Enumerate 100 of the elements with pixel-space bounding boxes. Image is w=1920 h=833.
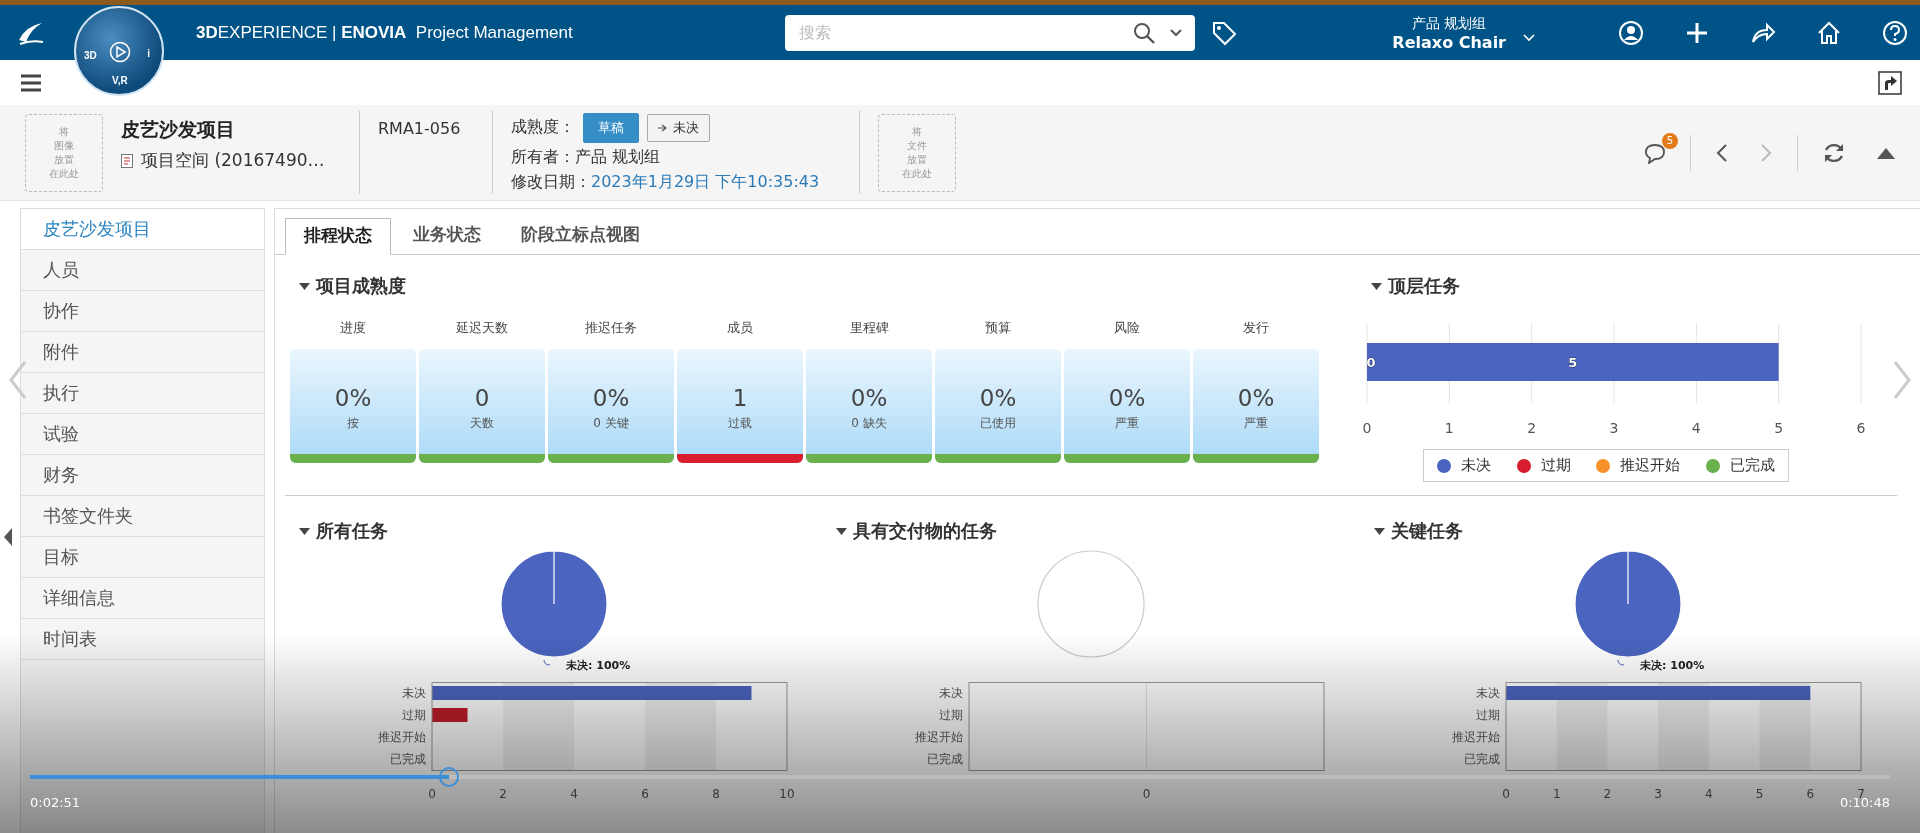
tick-label: 3	[1654, 787, 1663, 801]
caret-down-icon[interactable]	[1371, 282, 1382, 290]
tab[interactable]: 业务状态	[395, 218, 499, 254]
tick-label: 2	[498, 787, 507, 801]
tab[interactable]: 排程状态	[285, 218, 391, 255]
tick-label: 2	[1603, 787, 1612, 801]
sidebar-item[interactable]: 人员	[21, 250, 264, 291]
tick-label: 4	[1691, 420, 1701, 436]
section-title: 顶层任务	[1388, 274, 1460, 298]
sidebar-item[interactable]: 执行	[21, 373, 264, 414]
modified-date: 2023年1月29日 下午10:35:43	[591, 171, 820, 191]
tick-label: 10	[779, 787, 794, 801]
tile-value: 0%	[850, 385, 888, 411]
chat-icon[interactable]	[1644, 141, 1666, 164]
category-label: 未决	[939, 686, 963, 700]
promote-button[interactable]: 未决	[647, 113, 710, 142]
bar-value-label: 0	[1366, 355, 1376, 370]
tick-label: 2	[1527, 420, 1537, 436]
search-icon	[1132, 21, 1155, 44]
kpi-tile[interactable]: 0% 按	[290, 349, 416, 463]
document-icon	[121, 153, 133, 168]
help-icon[interactable]	[1882, 19, 1908, 46]
tick-label: 0	[1502, 787, 1511, 801]
elapsed-time: 0:02:51	[30, 795, 81, 810]
sidebar-item[interactable]: 书签文件夹	[21, 496, 264, 537]
caret-down-icon[interactable]	[836, 527, 848, 535]
kpi-tile[interactable]: 0% 0 缺失	[806, 349, 932, 463]
tile-caption: 0 缺失	[851, 415, 887, 432]
sidebar-item[interactable]: 协作	[21, 291, 264, 332]
caret-down-icon[interactable]	[299, 527, 310, 535]
play-icon	[109, 41, 131, 63]
tick-label: 4	[569, 787, 578, 801]
tile-value: 0%	[334, 385, 372, 411]
caret-down-icon[interactable]	[1373, 527, 1385, 535]
sidebar-item[interactable]: 详细信息	[21, 578, 264, 619]
drop-hint-line: 文件	[907, 138, 927, 153]
tick-label: 5	[1774, 420, 1784, 436]
expand-icon[interactable]	[1878, 70, 1902, 95]
tile-caption: 0 关键	[593, 415, 629, 432]
tile-label: 推迟任务	[585, 319, 637, 337]
sidebar-item[interactable]: 试验	[21, 414, 264, 455]
progress-thumb[interactable]	[438, 767, 459, 787]
category-label: 推迟开始	[377, 730, 426, 744]
tick-label: 4	[1705, 787, 1713, 801]
kpi-tile[interactable]: 0% 已使用	[935, 349, 1061, 463]
menu-icon[interactable]	[20, 72, 42, 93]
home-icon[interactable]	[1816, 19, 1842, 46]
tile-caption: 按	[347, 415, 359, 432]
drop-hint-line: 图像	[54, 138, 74, 153]
context-selector[interactable]: 产品 规划组 Relaxo Chair	[1392, 13, 1506, 52]
tile-value: 0	[474, 385, 490, 411]
tile-label: 里程碑	[849, 319, 889, 337]
pie-label: 未决: 100%	[565, 659, 630, 672]
arrow-icon	[658, 123, 668, 132]
caret-down-icon[interactable]	[299, 282, 310, 290]
tile-label: 成员	[727, 319, 753, 337]
category-label: 已完成	[389, 752, 426, 766]
section-title: 具有交付物的任务	[853, 519, 998, 543]
category-label: 已完成	[927, 752, 963, 766]
sidebar-item[interactable]: 附件	[21, 332, 264, 373]
category-label: 未决	[1476, 686, 1501, 700]
tile-value: 0%	[592, 385, 630, 411]
tile-caption: 严重	[1115, 415, 1139, 432]
sidebar-item[interactable]: 时间表	[21, 619, 264, 660]
kpi-tile[interactable]: 0% 0 关键	[548, 349, 674, 463]
tile-caption: 过载	[728, 415, 752, 432]
drop-hint-line: 放置	[54, 152, 74, 167]
sidebar-item[interactable]: 皮艺沙发项目	[21, 209, 264, 250]
kpi-tile[interactable]: 0% 严重	[1064, 349, 1190, 463]
tile-caption: 天数	[470, 415, 494, 432]
axis-label: 0	[1142, 787, 1151, 801]
sidebar-item[interactable]: 目标	[21, 537, 264, 578]
legend-label: 已完成	[1730, 456, 1776, 475]
category-label: 推迟开始	[915, 730, 963, 744]
kpi-tile[interactable]: 1 过载	[677, 349, 803, 463]
tick-label: 5	[1756, 787, 1764, 801]
chevron-left-icon[interactable]	[1715, 142, 1729, 163]
tick-label: 0	[427, 787, 436, 801]
bar-value-label: 5	[1568, 355, 1578, 370]
tag-icon[interactable]	[1210, 19, 1237, 46]
user-icon[interactable]	[1618, 19, 1644, 46]
tile-label: 预算	[985, 319, 1011, 337]
tile-label: 发行	[1243, 319, 1269, 337]
drop-hint-line: 将	[59, 124, 69, 139]
modified-label: 修改日期：	[511, 171, 591, 191]
collapse-left-icon[interactable]	[3, 527, 13, 547]
legend-label: 过期	[1540, 456, 1571, 475]
section-title: 项目成熟度	[316, 274, 406, 298]
tick-label: 6	[640, 787, 649, 801]
tile-value: 0%	[979, 385, 1017, 411]
kpi-tile[interactable]: 0 天数	[419, 349, 545, 463]
sidebar-item[interactable]: 财务	[21, 455, 264, 496]
drop-hint-line: 放置	[907, 152, 927, 167]
tick-label: 0	[1362, 420, 1372, 436]
tab[interactable]: 阶段立标点视图	[503, 218, 658, 254]
caret-icon[interactable]	[1522, 32, 1536, 43]
search-field[interactable]: 搜索	[784, 14, 1195, 51]
tile-value: 0%	[1108, 385, 1146, 411]
state-button[interactable]: 草稿	[583, 112, 639, 143]
kpi-tile[interactable]: 0% 严重	[1193, 349, 1319, 463]
